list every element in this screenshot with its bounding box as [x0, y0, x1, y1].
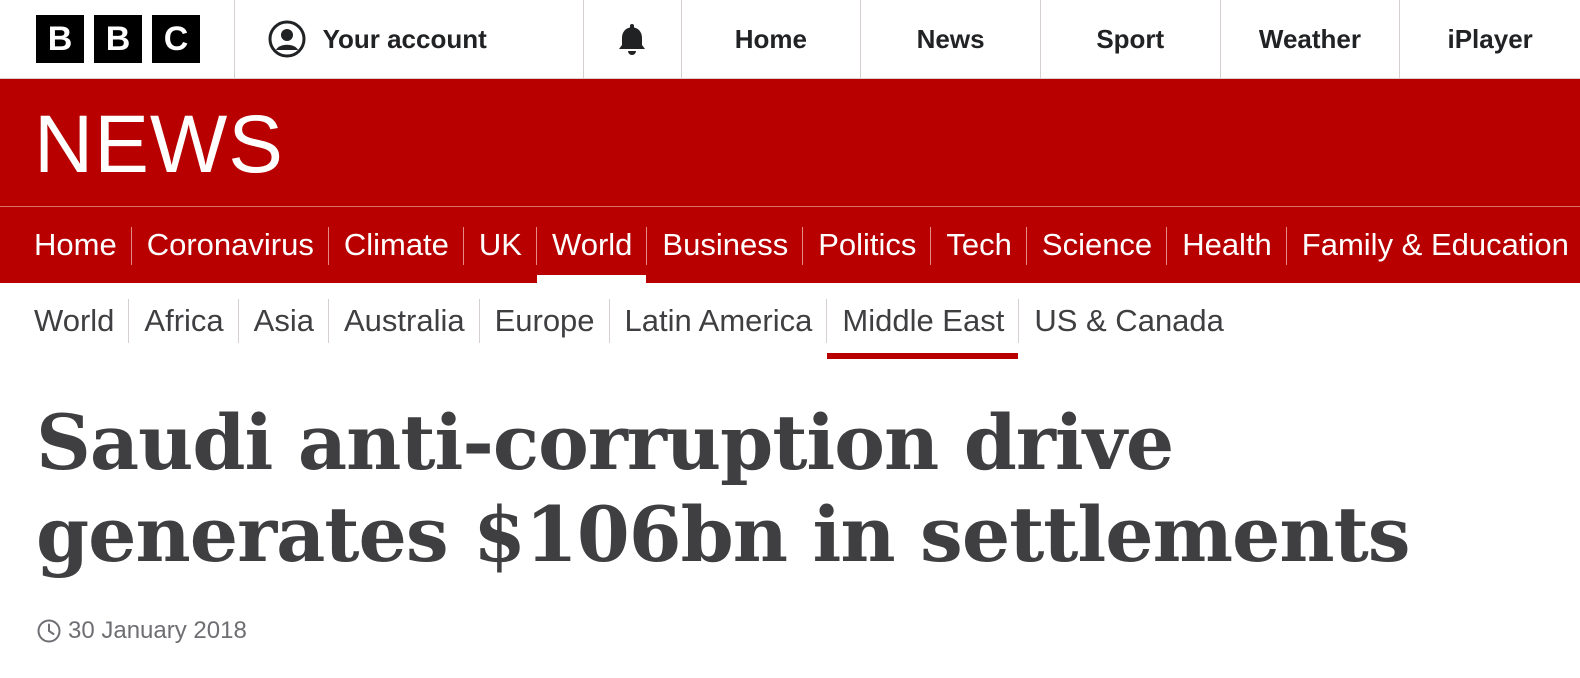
secondary-nav: World Africa Asia Australia Europe Latin… [0, 283, 1580, 359]
nav-item-uk[interactable]: UK [464, 207, 538, 283]
top-link-home[interactable]: Home [682, 0, 862, 78]
primary-nav: Home Coronavirus Climate UK World Busine… [0, 207, 1580, 283]
subnav-item-us-canada[interactable]: US & Canada [1019, 283, 1239, 359]
your-account-link[interactable]: Your account [235, 0, 585, 78]
nav-item-health[interactable]: Health [1167, 207, 1287, 283]
subnav-item-middle-east[interactable]: Middle East [827, 283, 1020, 359]
bbc-logo-letter-c: C [152, 15, 200, 63]
nav-item-home[interactable]: Home [19, 207, 132, 283]
news-logo-link[interactable]: NEWS [34, 103, 284, 186]
subnav-item-europe[interactable]: Europe [480, 283, 610, 359]
bbc-logo[interactable]: B B C [0, 0, 235, 78]
subnav-item-asia[interactable]: Asia [239, 283, 330, 359]
nav-item-climate[interactable]: Climate [329, 207, 465, 283]
subnav-item-world[interactable]: World [19, 283, 130, 359]
notifications-button[interactable] [584, 0, 682, 78]
subnav-item-australia[interactable]: Australia [329, 283, 480, 359]
top-link-news[interactable]: News [861, 0, 1041, 78]
bbc-logo-letter-b2: B [94, 15, 142, 63]
nav-item-world[interactable]: World [537, 207, 648, 283]
subnav-item-latin-america[interactable]: Latin America [610, 283, 828, 359]
nav-item-coronavirus[interactable]: Coronavirus [132, 207, 329, 283]
top-link-iplayer[interactable]: iPlayer [1400, 0, 1580, 78]
nav-item-business[interactable]: Business [647, 207, 804, 283]
article-header: Saudi anti-corruption drive generates $1… [0, 397, 1580, 645]
user-circle-icon [268, 20, 306, 58]
bbc-logo-letter-b1: B [36, 15, 84, 63]
clock-icon [37, 619, 61, 643]
bell-icon [619, 24, 646, 55]
news-banner: NEWS [0, 79, 1580, 207]
nav-item-family-education[interactable]: Family & Education [1287, 207, 1580, 283]
nav-item-tech[interactable]: Tech [931, 207, 1028, 283]
article-timestamp: 30 January 2018 [36, 617, 1580, 645]
subnav-item-africa[interactable]: Africa [129, 283, 239, 359]
top-link-weather[interactable]: Weather [1221, 0, 1401, 78]
top-link-sport[interactable]: Sport [1041, 0, 1221, 78]
article-date: 30 January 2018 [68, 617, 247, 644]
bbc-masthead: B B C Your account Home News Sport Weath… [0, 0, 1580, 79]
article-headline: Saudi anti-corruption drive generates $1… [36, 398, 1411, 579]
nav-item-science[interactable]: Science [1027, 207, 1168, 283]
your-account-label: Your account [322, 23, 487, 54]
nav-item-politics[interactable]: Politics [803, 207, 932, 283]
